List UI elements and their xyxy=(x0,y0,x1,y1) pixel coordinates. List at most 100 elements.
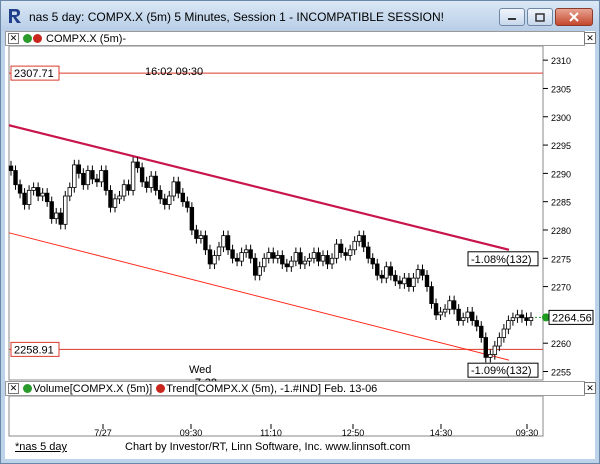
candle-body xyxy=(85,170,91,186)
candle-body xyxy=(366,246,371,259)
tab-nas-5-day[interactable]: *nas 5 day xyxy=(15,441,67,453)
candle-body xyxy=(402,277,407,285)
x-tick-label: 14:30 xyxy=(430,428,453,437)
x-tick-label: 09:30 xyxy=(516,428,539,437)
y-tick-label: 2290 xyxy=(551,169,571,179)
candle-body xyxy=(474,320,479,327)
green-dot-icon xyxy=(23,384,32,393)
candle-body xyxy=(22,192,27,205)
candle-body xyxy=(189,206,195,231)
indicator-pane-header: ✕ Volume[COMPX.X (5m)] Trend[COMPX.X (5m… xyxy=(5,381,596,396)
y-tick-label: 2260 xyxy=(551,339,571,349)
pane-close-button[interactable]: ✕ xyxy=(584,32,596,44)
last-price-label: 2264.56 xyxy=(552,312,592,324)
candle-body xyxy=(63,195,68,225)
close-button[interactable] xyxy=(555,8,593,26)
candle-body xyxy=(243,249,249,254)
candle-body xyxy=(506,320,511,330)
indicator-close-button[interactable]: ✕ xyxy=(584,382,596,394)
collapse-icon: ✕ xyxy=(9,383,18,393)
pane-collapse-button[interactable]: ✕ xyxy=(8,33,19,44)
candle-body xyxy=(497,337,502,347)
candle-body xyxy=(289,260,294,268)
candle-body xyxy=(343,252,348,256)
candle-body xyxy=(126,184,131,191)
candle-body xyxy=(451,300,457,310)
candle-body xyxy=(375,263,380,276)
footer: *nas 5 day Chart by Investor/RT, Linn So… xyxy=(5,437,595,459)
x-tick-label: 11:10 xyxy=(260,428,282,437)
candle-body xyxy=(49,201,54,220)
candle-body xyxy=(271,252,276,259)
level-price-label: 2258.91 xyxy=(14,344,54,356)
candle-body xyxy=(58,212,63,225)
candle-body xyxy=(311,252,317,259)
candle-body xyxy=(108,189,113,208)
candle-body xyxy=(334,243,339,259)
candle-body xyxy=(479,325,484,338)
indicator-chart[interactable]: 7/27 09:30 11:10 12:50 14:30 09:30 xyxy=(5,396,595,437)
level-price-label: 2307.71 xyxy=(14,68,54,80)
close-icon: ✕ xyxy=(586,33,594,43)
candle-body xyxy=(429,286,434,304)
y-tick-label: 2285 xyxy=(551,198,571,208)
candle-body xyxy=(438,311,443,316)
candle-body xyxy=(501,328,507,338)
price-chart[interactable]: 2310230523002295229022852280227522702265… xyxy=(5,46,595,381)
maximize-button[interactable] xyxy=(527,8,553,26)
candle-body xyxy=(121,184,127,197)
candle-body xyxy=(194,229,199,239)
candle-body xyxy=(225,235,231,251)
candle-body xyxy=(171,181,176,197)
candle-body xyxy=(284,263,290,268)
candle-body xyxy=(393,274,398,282)
candle-body xyxy=(424,274,430,287)
candle-body xyxy=(35,187,41,197)
candle-body xyxy=(275,255,280,259)
channel-pct-label: -1.09%(132) xyxy=(471,365,532,377)
chart-area: ✕ COMPX.X (5m)- ✕ 2310 2305 2300 2295 2290 22… xyxy=(5,31,596,459)
candle-body xyxy=(94,178,100,183)
candle-body xyxy=(397,280,403,285)
candle-body xyxy=(352,240,357,251)
candle-body xyxy=(528,316,534,321)
y-tick-label: 2270 xyxy=(551,283,571,293)
candle-body xyxy=(99,170,104,183)
candle-body xyxy=(420,269,425,276)
candle-body xyxy=(370,257,375,265)
candle-body xyxy=(81,172,86,186)
candle-body xyxy=(44,192,50,203)
candle-body xyxy=(158,189,163,200)
candle-body xyxy=(307,257,312,262)
candle-body xyxy=(148,175,154,188)
candle-body xyxy=(67,187,72,197)
candle-body xyxy=(406,277,412,287)
price-pane-header: ✕ COMPX.X (5m)- ✕ xyxy=(5,31,596,46)
candle-body xyxy=(515,314,520,319)
close-icon xyxy=(569,12,579,22)
window-title: nas 5 day: COMPX.X (5m) 5 Minutes, Sessi… xyxy=(29,10,445,24)
candle-body xyxy=(483,337,488,358)
indicator-collapse-button[interactable]: ✕ xyxy=(8,383,19,394)
candle-body xyxy=(325,255,330,265)
close-icon: ✕ xyxy=(586,383,594,393)
candle-body xyxy=(252,257,258,276)
candle-body xyxy=(316,252,321,262)
y-tick-label: 2305 xyxy=(551,84,571,94)
title-bar[interactable]: nas 5 day: COMPX.X (5m) 5 Minutes, Sessi… xyxy=(1,1,599,31)
y-tick-label: 2310 xyxy=(551,56,571,66)
candle-body xyxy=(8,165,14,171)
minimize-button[interactable] xyxy=(499,8,525,26)
candle-body xyxy=(460,317,466,321)
candle-body xyxy=(411,277,416,287)
candle-body xyxy=(280,255,285,265)
y-tick-label: 2275 xyxy=(551,254,571,264)
candle-body xyxy=(338,243,344,254)
y-axis: 2310230523002295229022852280227522702265… xyxy=(543,56,571,378)
collapse-icon: ✕ xyxy=(9,33,18,43)
candle-body xyxy=(262,257,267,268)
candle-body xyxy=(266,252,271,259)
candle-body xyxy=(198,235,204,239)
candle-body xyxy=(212,255,217,265)
candle-body xyxy=(320,255,326,262)
